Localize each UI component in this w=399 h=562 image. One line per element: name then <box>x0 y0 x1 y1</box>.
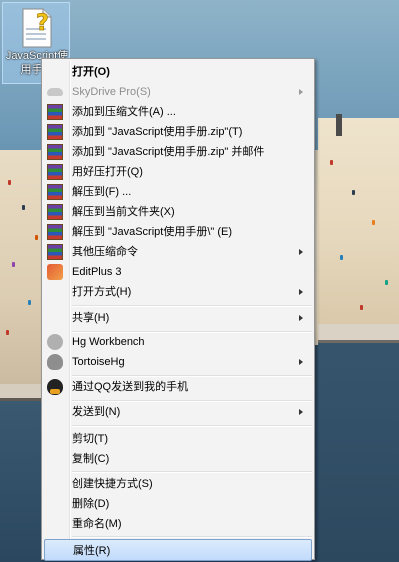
menu-item-label: Hg Workbench <box>72 336 145 348</box>
menu-item-label: SkyDrive Pro(S) <box>72 86 151 98</box>
menu-item-editplus[interactable]: EditPlus 3 <box>44 261 312 283</box>
menu-item-extract-to[interactable]: 解压到(F) ... <box>44 181 312 203</box>
menu-item-label: 创建快捷方式(S) <box>72 478 153 490</box>
menu-item-share[interactable]: 共享(H) <box>44 307 312 329</box>
menu-separator <box>72 425 312 427</box>
menu-item-label: 解压到 "JavaScript使用手册\" (E) <box>72 226 232 238</box>
menu-item-label: 共享(H) <box>72 312 110 324</box>
menu-item-extract-here[interactable]: 解压到当前文件夹(X) <box>44 201 312 223</box>
cloud-icon <box>47 88 63 96</box>
menu-item-label: 删除(D) <box>72 498 110 510</box>
editplus-icon <box>47 264 63 280</box>
qq-icon <box>47 379 63 395</box>
menu-item-open[interactable]: 打开(O) <box>44 61 312 83</box>
menu-item-add-to-zip[interactable]: 添加到 "JavaScript使用手册.zip"(T) <box>44 121 312 143</box>
submenu-arrow-icon <box>299 315 303 321</box>
winrar-icon <box>47 204 63 220</box>
winrar-icon <box>47 244 63 260</box>
winrar-icon <box>47 224 63 240</box>
tortoisehg-icon <box>47 354 63 370</box>
winrar-icon <box>47 144 63 160</box>
menu-item-delete[interactable]: 删除(D) <box>44 493 312 515</box>
menu-item-label: 添加到 "JavaScript使用手册.zip"(T) <box>72 126 243 138</box>
wallpaper-beach-right <box>318 118 399 333</box>
menu-item-skydrive-pro[interactable]: SkyDrive Pro(S) <box>44 81 312 103</box>
wallpaper-pier <box>318 324 399 343</box>
winrar-icon <box>47 184 63 200</box>
submenu-arrow-icon <box>299 359 303 365</box>
winrar-icon <box>47 124 63 140</box>
wallpaper-figure <box>360 305 363 310</box>
menu-item-create-shortcut[interactable]: 创建快捷方式(S) <box>44 473 312 495</box>
hg-workbench-icon <box>47 334 63 350</box>
submenu-arrow-icon <box>299 409 303 415</box>
unknown-file-question-icon: ? <box>22 8 52 48</box>
submenu-arrow-icon <box>299 289 303 295</box>
menu-item-properties[interactable]: 属性(R) <box>44 539 312 561</box>
wallpaper-figure <box>372 220 375 225</box>
menu-item-label: 通过QQ发送到我的手机 <box>72 381 189 393</box>
wallpaper-figure <box>6 330 9 335</box>
menu-item-label: 剪切(T) <box>72 433 109 445</box>
menu-item-label: 发送到(N) <box>72 406 121 418</box>
submenu-arrow-icon <box>299 89 303 95</box>
wallpaper-figure <box>35 235 38 240</box>
menu-item-add-to-zip-and-email[interactable]: 添加到 "JavaScript使用手册.zip" 并邮件 <box>44 141 312 163</box>
svg-text:?: ? <box>36 11 49 36</box>
wallpaper-water-right <box>318 333 399 562</box>
submenu-arrow-icon <box>299 249 303 255</box>
menu-item-label: 其他压缩命令 <box>72 246 138 258</box>
wallpaper-figure <box>385 280 388 285</box>
wallpaper-figure <box>330 160 333 165</box>
winrar-icon <box>47 164 63 180</box>
menu-item-add-to-archive[interactable]: 添加到压缩文件(A) ... <box>44 101 312 123</box>
menu-item-other-compress-commands[interactable]: 其他压缩命令 <box>44 241 312 263</box>
wallpaper-figure <box>12 262 15 267</box>
winrar-icon <box>47 104 63 120</box>
wallpaper-figure <box>340 255 343 260</box>
menu-item-label: 添加到压缩文件(A) ... <box>72 106 176 118</box>
menu-item-label: 添加到 "JavaScript使用手册.zip" 并邮件 <box>72 146 265 158</box>
context-menu: 打开(O) SkyDrive Pro(S) 添加到压缩文件(A) ... 添加到… <box>41 58 315 561</box>
menu-item-label: 复制(C) <box>72 453 110 465</box>
menu-item-open-with[interactable]: 打开方式(H) <box>44 281 312 303</box>
menu-item-label: 打开方式(H) <box>72 286 132 298</box>
menu-item-label: 解压到当前文件夹(X) <box>72 206 175 218</box>
menu-item-label: 打开(O) <box>72 66 110 78</box>
wallpaper-post <box>336 114 342 136</box>
menu-item-label: 解压到(F) ... <box>72 186 132 198</box>
menu-item-tortoisehg[interactable]: TortoiseHg <box>44 351 312 373</box>
wallpaper-figure <box>352 190 355 195</box>
menu-item-send-via-qq[interactable]: 通过QQ发送到我的手机 <box>44 376 312 398</box>
wallpaper-figure <box>22 205 25 210</box>
menu-item-label: 重命名(M) <box>72 518 122 530</box>
menu-item-label: 属性(R) <box>73 545 111 557</box>
menu-item-extract-to-folder[interactable]: 解压到 "JavaScript使用手册\" (E) <box>44 221 312 243</box>
menu-item-rename[interactable]: 重命名(M) <box>44 513 312 535</box>
menu-item-open-with-haozip[interactable]: 用好压打开(Q) <box>44 161 312 183</box>
menu-item-hg-workbench[interactable]: Hg Workbench <box>44 331 312 353</box>
menu-item-label: EditPlus 3 <box>72 266 122 278</box>
menu-item-copy[interactable]: 复制(C) <box>44 448 312 470</box>
wallpaper-figure <box>8 180 11 185</box>
wallpaper-figure <box>28 300 31 305</box>
menu-item-cut[interactable]: 剪切(T) <box>44 428 312 450</box>
menu-separator <box>72 536 312 538</box>
menu-item-label: 用好压打开(Q) <box>72 166 143 178</box>
menu-item-send-to[interactable]: 发送到(N) <box>44 401 312 423</box>
menu-item-label: TortoiseHg <box>72 356 125 368</box>
